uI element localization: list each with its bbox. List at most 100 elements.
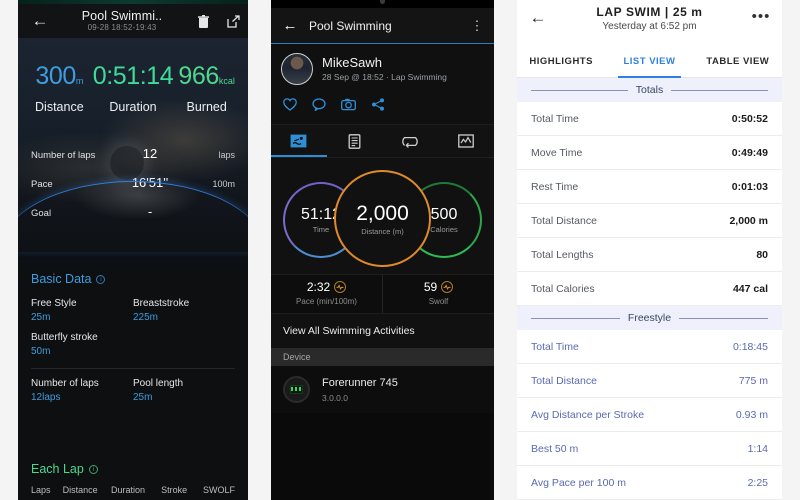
share-icon[interactable] [371,98,385,116]
stat-burned-value: 966 [178,62,219,90]
basic-key: Breaststroke [133,298,190,309]
divider [31,368,235,369]
metric-swolf-caption: Swolf [428,297,449,306]
each-lap-section: Each Lap i Laps Distance Duration Stroke… [18,462,248,495]
table-row: Rest Time 0:01:03 [517,170,782,204]
ring-calories-value: 500 [430,206,458,223]
heart-rate-icon [441,281,454,293]
divider [531,317,620,319]
hero-summary: 300m Distance 0:51:14 Duration 966kcal B… [18,38,248,270]
basic-data-grid: Number of laps 12laps Pool length 25m [31,378,235,403]
basic-data-cell: Butterfly stroke 50m [31,332,133,357]
hero-row: Goal - [31,204,235,233]
hero-row-value: 12 [142,146,158,161]
row-label: Avg Pace per 100 m [531,476,626,489]
row-value: 775 m [738,374,768,387]
row-value: 0:18:45 [732,340,768,353]
row-label: Total Time [531,340,579,353]
row-value: 447 cal [732,282,768,295]
basic-value: 50m [31,346,51,357]
metric-swolf: 59 Swolf [382,275,494,313]
tab-laps[interactable] [383,135,439,148]
back-arrow-icon[interactable]: ← [517,4,559,28]
ring-time-caption: Time [312,225,330,234]
view-all-activities-link[interactable]: View All Swimming Activities [271,314,494,348]
row-value: 2:25 [747,476,768,489]
stat-burned-unit: kcal [218,76,235,86]
hero-row-key: Goal [31,208,52,219]
ring-calories-caption: Calories [430,225,458,234]
overflow-menu-icon[interactable]: ⋮ [460,18,494,34]
row-label: Total Distance [531,214,597,227]
device-row[interactable]: Forerunner 745 3.0.0.0 [271,366,494,413]
avatar [281,53,313,85]
page-subtitle: Yesterday at 6:52 pm [602,21,697,32]
table-row: Total Time 0:50:52 [517,102,782,136]
table-row: Total Time 0:18:45 [517,330,782,364]
each-lap-columns: Laps Distance Duration Stroke SWOLF [31,485,235,495]
column-header: SWOLF [202,485,235,495]
basic-key: Butterfly stroke [31,332,98,343]
row-label: Best 50 m [531,442,579,455]
panel3-tab-bar: HIGHLIGHTS LIST VIEW TABLE VIEW [517,46,782,78]
divider [679,317,768,319]
heart-rate-icon [334,281,347,293]
tab-list-view[interactable]: LIST VIEW [605,46,693,78]
section-header-freestyle: Freestyle [517,306,782,330]
row-value: 0.93 m [735,408,768,421]
hero-row-unit: 100m [212,179,235,189]
panel1-header: ← Pool Swimmi.. 09-28 18:52-19:43 [18,4,248,38]
overflow-menu-icon[interactable]: ••• [740,4,782,25]
column-header: Distance [62,485,98,495]
page-title: LAP SWIM | 25 m [596,5,703,19]
screenshot-root: ← Pool Swimmi.. 09-28 18:52-19:43 300m D… [0,0,800,500]
section-title: Totals [635,84,664,96]
trash-icon[interactable] [188,4,218,38]
info-icon[interactable]: i [88,464,98,474]
tab-chart[interactable] [438,134,494,148]
section-title: Freestyle [627,312,672,324]
row-label: Total Time [531,112,579,125]
stat-burned-label: Burned [186,100,227,114]
row-label: Move Time [531,146,583,159]
info-icon[interactable]: i [96,274,106,284]
basic-data-cell [133,332,235,357]
each-lap-title: Each Lap i [31,462,235,476]
basic-data-grid: Free Style 25m Breaststroke 225m [31,298,235,323]
metric-pace-caption: Pace (min/100m) [296,297,357,306]
tab-details[interactable] [327,133,383,149]
basic-data-title: Basic Data i [31,272,235,286]
tab-highlights[interactable]: HIGHLIGHTS [517,46,605,77]
table-row: Avg Distance per Stroke 0.93 m [517,398,782,432]
basic-key: Number of laps [31,378,99,389]
ring-metrics: 51:12 Time 500 Calories 2,000 Distance (… [271,157,494,274]
row-value: 0:01:03 [731,180,768,193]
tab-table-view[interactable]: TABLE VIEW [694,46,782,77]
basic-data-cell: Free Style 25m [31,298,133,323]
device-section-header: Device [271,348,494,366]
metric-swolf-value: 59 [423,280,438,294]
export-icon[interactable] [218,4,248,38]
profile-row[interactable]: MikeSawh 28 Sep @ 18:52 · Lap Swimming [271,44,494,92]
panel2-tab-bar [271,125,494,157]
stat-duration-value: 0:51:14 [92,62,174,90]
row-value: 1:14 [747,442,768,455]
comment-icon[interactable] [312,98,326,116]
panel3-title-group: LAP SWIM | 25 m Yesterday at 6:52 pm [559,4,740,34]
basic-data-cell: Number of laps 12laps [31,378,133,403]
row-value: 0:50:52 [731,112,768,125]
device-name: Forerunner 745 [322,376,398,389]
row-value: 80 [756,248,768,261]
stat-distance: 300m Distance [26,62,93,114]
back-arrow-icon[interactable]: ← [271,17,309,34]
tab-activity[interactable] [271,134,327,148]
stat-burned: 966kcal Burned [173,62,240,114]
panel-garmin-connect: ← Pool Swimming ⋮ MikeSawh 28 Sep @ 18:5… [271,0,494,500]
heart-icon[interactable] [283,98,297,116]
hero-row-unit: laps [218,150,235,160]
divider [531,89,628,91]
basic-value: 25m [31,312,51,323]
camera-icon[interactable] [341,98,356,116]
summary-stats: 300m Distance 0:51:14 Duration 966kcal B… [18,62,248,114]
hero-row-value: - [147,204,153,219]
